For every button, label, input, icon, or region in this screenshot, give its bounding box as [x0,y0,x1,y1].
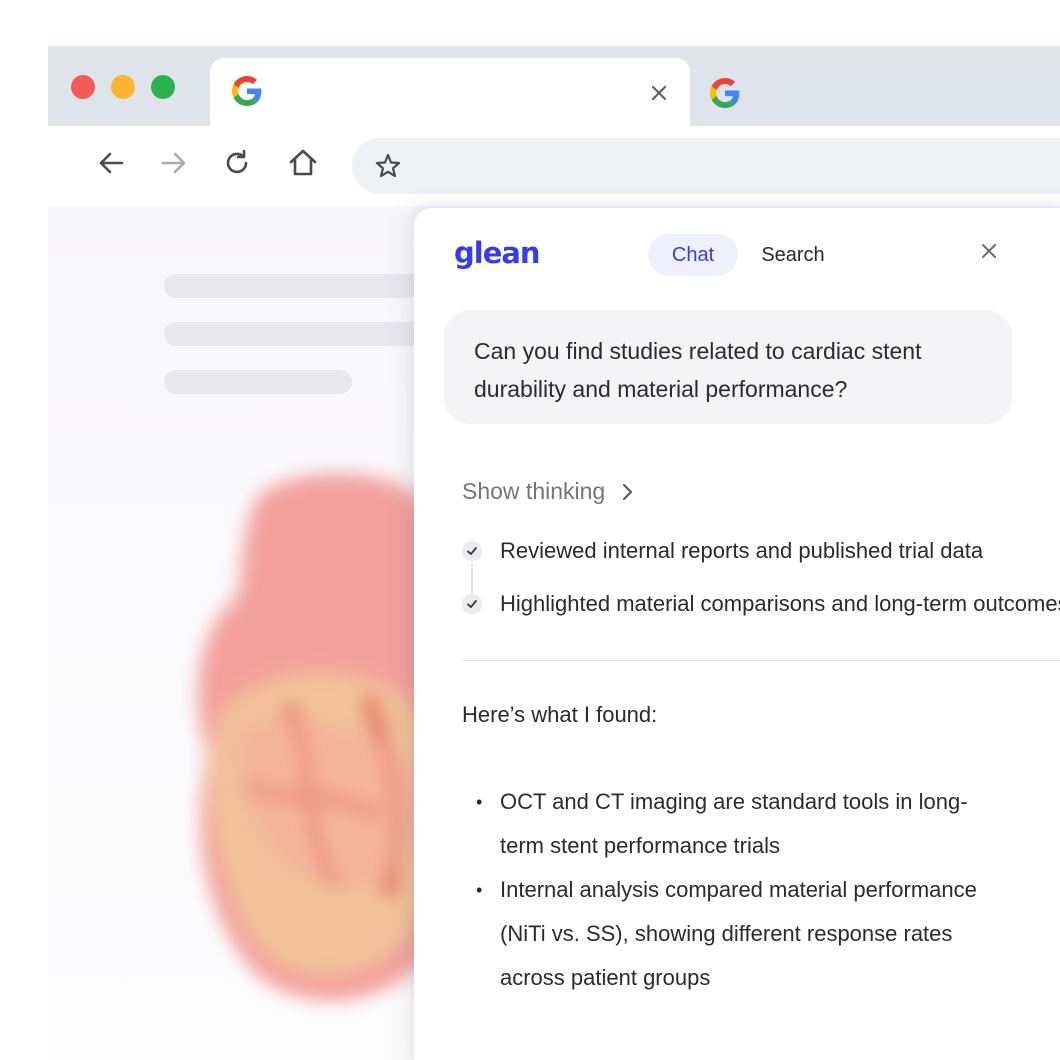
minimize-window-button[interactable] [111,75,135,99]
finding-item: OCT and CT imaging are standard tools in… [474,780,1004,868]
finding-item: Internal analysis compared material perf… [474,868,1004,1000]
reload-icon [222,148,252,183]
close-icon [980,242,998,265]
arrow-left-icon [96,148,126,183]
tab-chat[interactable]: Chat [648,234,738,276]
address-bar[interactable] [352,138,1060,194]
answer-intro: Here’s what I found: [462,702,658,727]
thinking-step-text: Highlighted material comparisons and lon… [500,591,1060,616]
google-g-icon [232,76,262,111]
home-button[interactable] [286,148,320,182]
findings-list: OCT and CT imaging are standard tools in… [474,780,1004,1000]
skeleton-line [164,370,352,394]
check-icon [462,541,482,561]
user-query-bubble: Can you find studies related to cardiac … [444,310,1012,424]
home-icon [287,147,319,184]
maximize-window-button[interactable] [151,75,175,99]
thinking-step-text: Reviewed internal reports and published … [500,538,984,563]
browser-toolbar [48,126,1060,206]
glean-side-panel: glean Chat Search Can you find studies r… [414,208,1060,1060]
back-button[interactable] [94,148,128,182]
chevron-right-icon [621,482,635,502]
thinking-step: Reviewed internal reports and published … [462,538,983,564]
close-window-button[interactable] [71,75,95,99]
browser-tab-inactive[interactable] [710,76,750,116]
star-icon[interactable] [374,152,402,185]
thinking-step: Highlighted material comparisons and lon… [462,591,1060,617]
browser-tab-active[interactable] [210,58,690,128]
arrow-right-icon [159,148,189,183]
google-g-icon [710,78,740,112]
glean-logo: glean [454,236,541,270]
tab-search[interactable]: Search [748,234,838,276]
show-thinking-label: Show thinking [462,478,606,504]
show-thinking-toggle[interactable]: Show thinking [462,478,635,505]
reload-button[interactable] [220,148,254,182]
panel-close-button[interactable] [974,238,1004,268]
check-icon [462,594,482,614]
divider [462,660,1060,661]
forward-button[interactable] [157,148,191,182]
tab-close-icon[interactable] [646,80,672,106]
tab-strip [48,46,1060,128]
